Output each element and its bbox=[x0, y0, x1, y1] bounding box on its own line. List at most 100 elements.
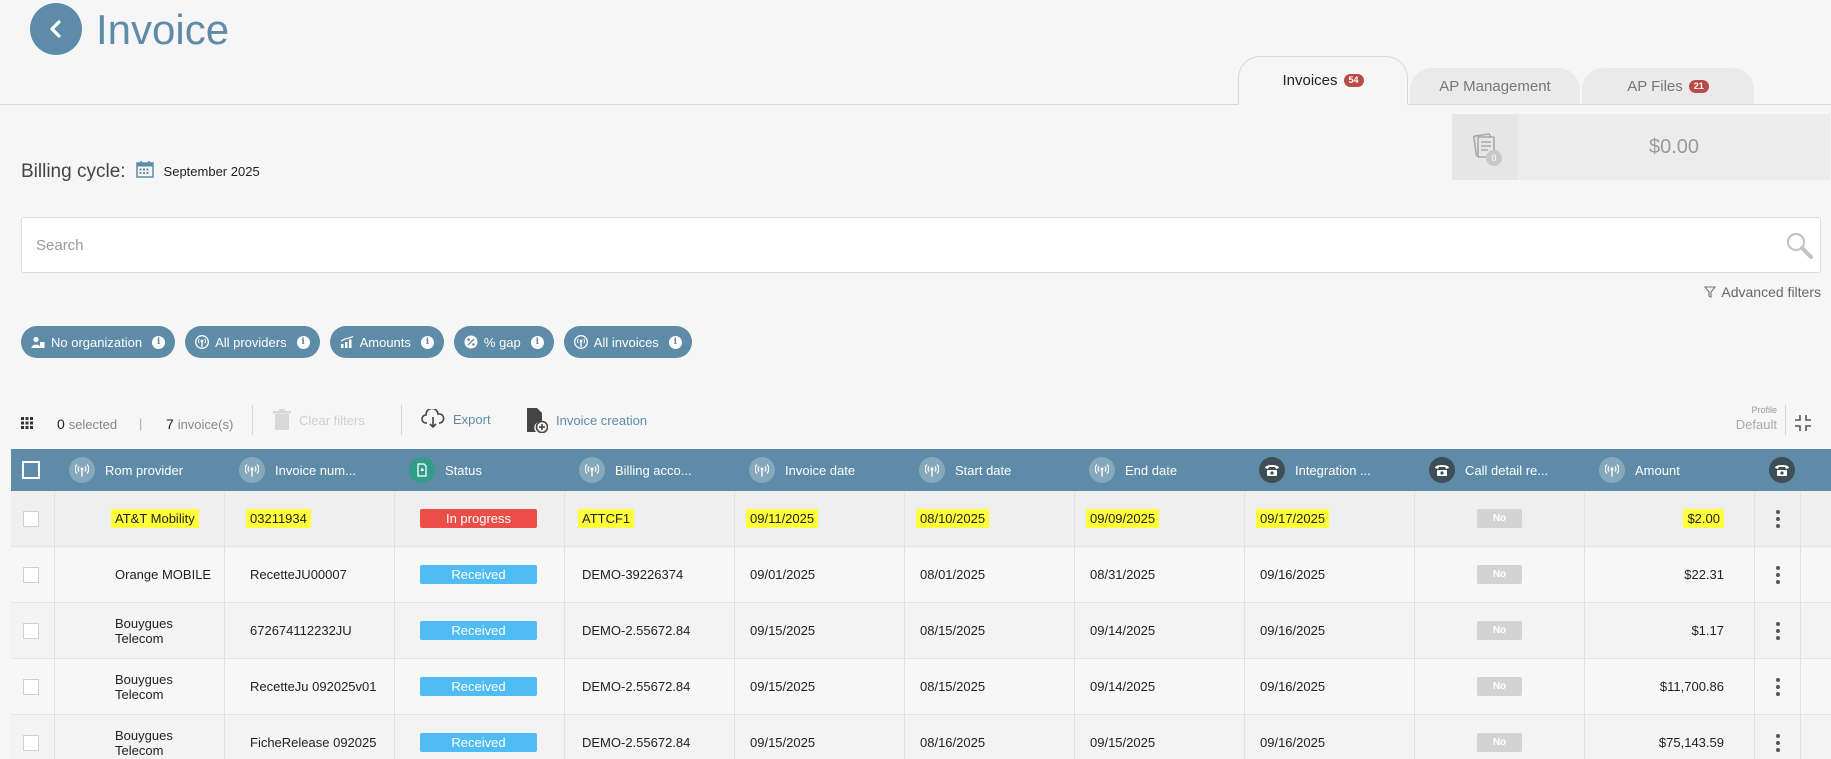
phone-icon bbox=[1259, 457, 1285, 483]
search-input[interactable] bbox=[36, 218, 1736, 272]
back-button[interactable] bbox=[30, 3, 82, 55]
more-vertical-icon[interactable] bbox=[1775, 565, 1780, 584]
row-menu-cell bbox=[1755, 490, 1801, 547]
filter-chip-gap[interactable]: % gap i bbox=[453, 326, 554, 358]
header-rom-provider[interactable]: Rom provider bbox=[55, 449, 225, 491]
end-date-cell: 09/14/2025 bbox=[1075, 658, 1245, 715]
invoice-number-cell: RecetteJU00007 bbox=[225, 546, 395, 603]
calendar-icon[interactable] bbox=[135, 160, 154, 183]
invoice-number: 03211934 bbox=[246, 509, 311, 528]
antenna-icon bbox=[749, 457, 775, 483]
table-row[interactable]: Orange MOBILE RecetteJU00007 Received DE… bbox=[11, 546, 1831, 603]
selected-number: 0 bbox=[57, 416, 65, 432]
more-vertical-icon[interactable] bbox=[1775, 733, 1780, 752]
cdr-badge: No bbox=[1477, 733, 1522, 752]
toolbar-divider bbox=[401, 405, 402, 435]
start-date-cell: 08/15/2025 bbox=[905, 658, 1075, 715]
info-icon[interactable]: i bbox=[530, 335, 544, 349]
cdr-cell: No bbox=[1415, 658, 1585, 715]
integration-date: 09/16/2025 bbox=[1260, 623, 1326, 638]
header-overflow[interactable] bbox=[1755, 449, 1801, 491]
start-date: 08/16/2025 bbox=[920, 735, 986, 750]
tab-label: AP Files bbox=[1627, 78, 1683, 95]
amount-cell: $1.17 bbox=[1585, 602, 1755, 659]
filter-chip-providers[interactable]: All providers i bbox=[185, 326, 320, 358]
info-icon[interactable]: i bbox=[420, 335, 434, 349]
table-row[interactable]: AT&T Mobility 03211934 In progress ATTCF… bbox=[11, 490, 1831, 547]
row-checkbox[interactable] bbox=[23, 510, 39, 527]
status-badge: Received bbox=[420, 733, 537, 752]
tab-invoices[interactable]: Invoices 54 bbox=[1238, 56, 1408, 105]
invoice-date-cell: 09/11/2025 bbox=[735, 490, 905, 547]
header-amount[interactable]: Amount bbox=[1585, 449, 1755, 491]
invoice-number-cell: 03211934 bbox=[225, 490, 395, 547]
header-invoice-number[interactable]: Invoice num... bbox=[225, 449, 395, 491]
start-date-cell: 08/16/2025 bbox=[905, 714, 1075, 759]
chart-icon bbox=[340, 335, 354, 349]
billing-cycle-value[interactable]: September 2025 bbox=[164, 164, 260, 179]
column-label: Rom provider bbox=[105, 462, 184, 478]
header-status[interactable]: Status bbox=[395, 449, 565, 491]
billing-account-cell: DEMO-2.55672.84 bbox=[565, 714, 735, 759]
status-badge: In progress bbox=[420, 509, 537, 528]
cdr-badge: No bbox=[1477, 677, 1522, 696]
clear-filters-button[interactable]: Clear filters bbox=[273, 409, 365, 431]
row-menu-cell bbox=[1755, 714, 1801, 759]
grid-view-icon[interactable] bbox=[21, 416, 33, 434]
summary-count: 0 bbox=[1486, 150, 1502, 166]
row-checkbox[interactable] bbox=[23, 622, 39, 639]
filter-chip-invoices[interactable]: All invoices i bbox=[563, 326, 692, 358]
tab-ap-files[interactable]: AP Files 21 bbox=[1582, 68, 1754, 105]
status-cell: Received bbox=[395, 658, 565, 715]
invoice-creation-button[interactable]: Invoice creation bbox=[526, 407, 647, 433]
info-icon[interactable]: i bbox=[296, 335, 310, 349]
table-row[interactable]: Bouygues Telecom FicheRelease 092025 Rec… bbox=[11, 714, 1831, 759]
tab-ap-management[interactable]: AP Management bbox=[1410, 68, 1580, 105]
export-label: Export bbox=[453, 411, 491, 427]
search-icon[interactable] bbox=[1784, 230, 1814, 265]
row-menu-cell bbox=[1755, 602, 1801, 659]
info-icon[interactable]: i bbox=[152, 335, 166, 349]
clear-filters-label: Clear filters bbox=[299, 412, 365, 428]
table-row[interactable]: Bouygues Telecom 672674112232JU Received… bbox=[11, 602, 1831, 659]
more-vertical-icon[interactable] bbox=[1775, 621, 1780, 640]
header-call-detail[interactable]: Call detail re... bbox=[1415, 449, 1585, 491]
export-button[interactable]: Export bbox=[421, 409, 491, 429]
selected-count: 0 selected bbox=[57, 416, 117, 432]
collapse-icon[interactable] bbox=[1793, 413, 1813, 438]
header-start-date[interactable]: Start date bbox=[905, 449, 1075, 491]
row-checkbox[interactable] bbox=[23, 566, 39, 583]
billing-account-cell: DEMO-2.55672.84 bbox=[565, 658, 735, 715]
invoice-date-cell: 09/15/2025 bbox=[735, 602, 905, 659]
cdr-cell: No bbox=[1415, 714, 1585, 759]
filter-chip-label: All invoices bbox=[593, 334, 659, 350]
filter-chip-amounts[interactable]: Amounts i bbox=[329, 326, 444, 358]
percent-icon bbox=[464, 335, 478, 349]
header-billing-account[interactable]: Billing acco... bbox=[565, 449, 735, 491]
billing-account: ATTCF1 bbox=[578, 509, 635, 528]
cdr-badge: No bbox=[1477, 565, 1522, 584]
header-end-date[interactable]: End date bbox=[1075, 449, 1245, 491]
provider-cell: Orange MOBILE bbox=[55, 546, 225, 603]
profile-selector[interactable]: Profile Default bbox=[1727, 405, 1777, 432]
selected-label: selected bbox=[68, 417, 118, 432]
more-vertical-icon[interactable] bbox=[1775, 509, 1780, 528]
table-row[interactable]: Bouygues Telecom RecetteJu 092025v01 Rec… bbox=[11, 658, 1831, 715]
header-invoice-date[interactable]: Invoice date bbox=[735, 449, 905, 491]
amount-cell: $2.00 bbox=[1585, 490, 1755, 547]
filter-chip-organization[interactable]: No organization i bbox=[21, 326, 176, 358]
select-all-checkbox[interactable] bbox=[22, 461, 40, 479]
header-select-all[interactable] bbox=[11, 449, 55, 491]
start-date: 08/10/2025 bbox=[916, 509, 990, 528]
count-separator: | bbox=[139, 416, 143, 431]
amount-cell: $11,700.86 bbox=[1585, 658, 1755, 715]
info-icon[interactable]: i bbox=[668, 335, 682, 349]
row-checkbox[interactable] bbox=[23, 678, 39, 695]
amount-cell: $75,143.59 bbox=[1585, 714, 1755, 759]
advanced-filters-link[interactable]: Advanced filters bbox=[1704, 284, 1821, 300]
row-checkbox[interactable] bbox=[23, 734, 39, 751]
more-vertical-icon[interactable] bbox=[1775, 677, 1780, 696]
integration-cell: 09/16/2025 bbox=[1245, 602, 1415, 659]
header-integration[interactable]: Integration ... bbox=[1245, 449, 1415, 491]
billing-account: DEMO-2.55672.84 bbox=[582, 679, 691, 694]
